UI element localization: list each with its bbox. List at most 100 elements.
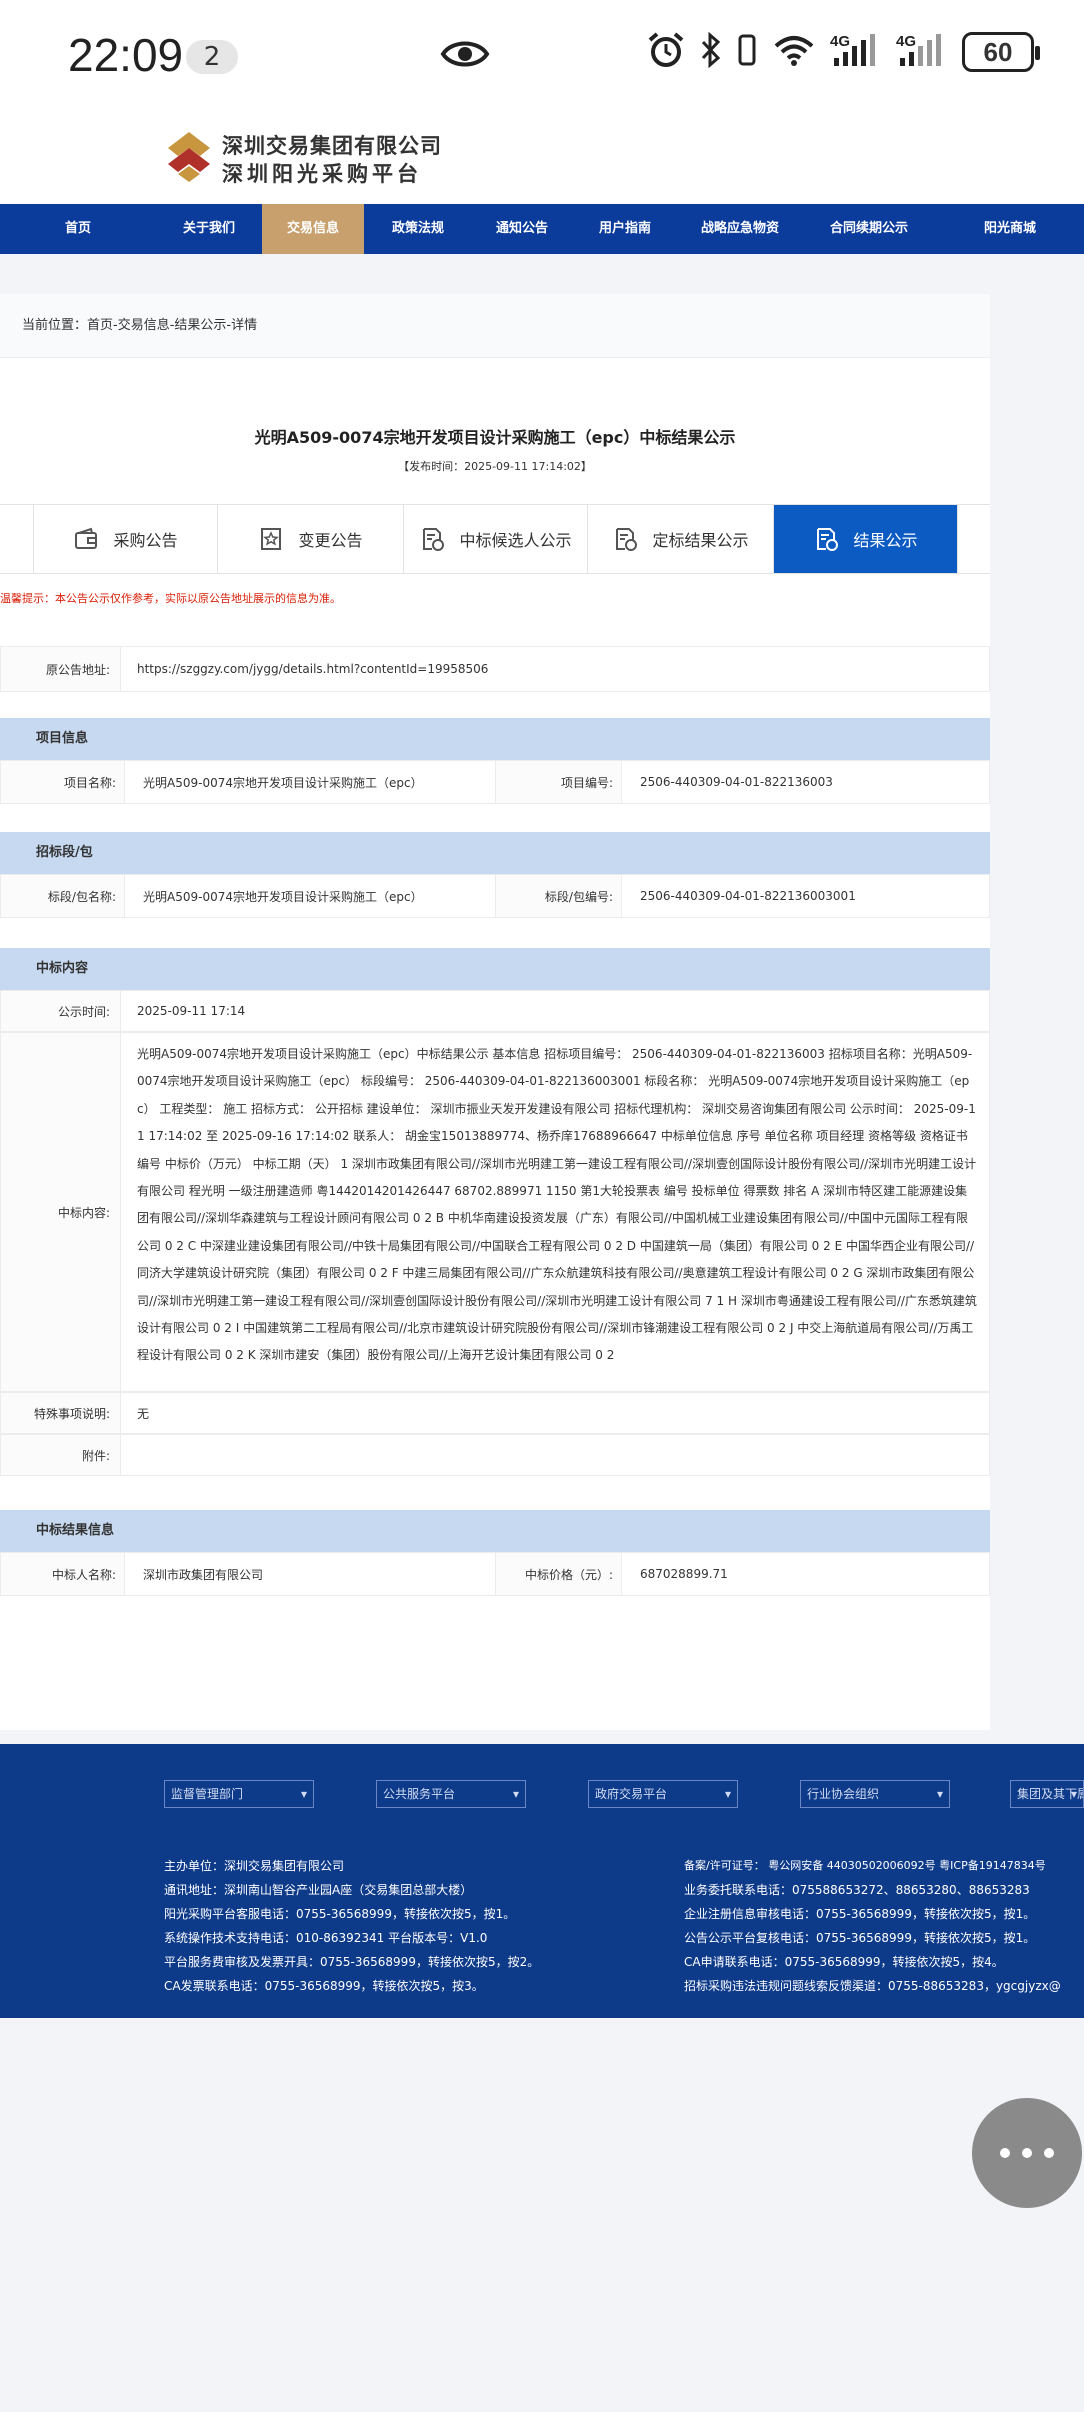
bid-package-row: 标段/包名称: 光明A509-0074宗地开发项目设计采购施工（epc） 标段/… xyxy=(0,874,990,918)
publish-time-label: 公示时间: xyxy=(1,991,121,1031)
footer-line: 业务委托联系电话：075588653272、88653280、88653283 xyxy=(684,1883,1030,1897)
original-url-link[interactable]: https://szggzy.com/jygg/details.html?con… xyxy=(121,647,989,691)
nav-item-mall[interactable]: 阳光商城 xyxy=(936,204,1084,254)
tab-award-decision[interactable]: 定标结果公示 xyxy=(588,505,774,573)
bluetooth-icon xyxy=(700,30,722,74)
nav-item-trade-info[interactable]: 交易信息 xyxy=(262,204,364,254)
section-award-result: 中标结果信息 xyxy=(0,1510,990,1552)
document-clock-icon xyxy=(423,528,445,551)
alarm-icon xyxy=(646,30,686,74)
special-notes-label: 特殊事项说明: xyxy=(1,1393,121,1433)
nav-item-about[interactable]: 关于我们 xyxy=(156,204,262,254)
page-title: 光明A509-0074宗地开发项目设计采购施工（epc）中标结果公示 xyxy=(254,428,736,447)
project-name-value: 光明A509-0074宗地开发项目设计采购施工（epc） xyxy=(125,761,496,803)
select-group[interactable]: 集团及其下属 xyxy=(1010,1780,1084,1808)
tab-change-notice[interactable]: 变更公告 xyxy=(218,505,404,573)
project-code-value: 2506-440309-04-01-822136003 xyxy=(640,775,833,789)
document-clock-icon xyxy=(616,528,638,551)
svg-text:4G: 4G xyxy=(830,33,850,50)
footer-line: 主办单位：深圳交易集团有限公司 xyxy=(164,1859,345,1873)
status-bar: 22:09 2 4G 4G 60 xyxy=(0,0,1084,112)
footer-left-info: 主办单位：深圳交易集团有限公司 通讯地址：深圳南山智谷产业园A座（交易集团总部大… xyxy=(164,1854,539,1998)
award-content-label: 中标内容: xyxy=(1,1033,121,1391)
footer-line: CA申请联系电话：0755-36568999，转接依次按5，按4。 xyxy=(684,1955,1004,1969)
warning-text: 温馨提示：本公告公示仅作参考，实际以原公告地址展示的信息为准。 xyxy=(0,592,341,605)
price-label: 中标价格（元）: xyxy=(496,1553,622,1595)
bid-name-label: 标段/包名称: xyxy=(1,875,125,917)
section-project-info: 项目信息 xyxy=(0,718,990,760)
award-content-text: 光明A509-0074宗地开发项目设计采购施工（epc）中标结果公示 基本信息 … xyxy=(137,1047,977,1363)
project-info-row: 项目名称: 光明A509-0074宗地开发项目设计采购施工（epc） 项目编号:… xyxy=(0,760,990,804)
section-bid-package: 招标段/包 xyxy=(0,832,990,874)
footer-line: 系统操作技术支持电话：010-86392341 平台版本号：V1.0 xyxy=(164,1931,488,1945)
eye-icon xyxy=(440,36,490,76)
publish-time: 【发布时间：2025-09-11 17:14:02】 xyxy=(398,460,592,473)
detail-card: 当前位置：首页-交易信息-结果公示-详情 光明A509-0074宗地开发项目设计… xyxy=(0,294,990,1730)
nav-item-home[interactable]: 首页 xyxy=(0,204,156,254)
company-name: 深圳交易集团有限公司 xyxy=(222,134,442,158)
site-header: 深圳交易集团有限公司 深圳阳光采购平台 xyxy=(0,112,1084,204)
original-url-label: 原公告地址: xyxy=(1,647,121,691)
footer-right-info: 备案/许可证号： 粤公网安备 44030502006092号 粤ICP备1914… xyxy=(684,1854,1084,1998)
winner-label: 中标人名称: xyxy=(1,1553,125,1595)
footer-line: 公告公示平台复核电话：0755-36568999，转接依次按5，按1。 xyxy=(684,1931,1036,1945)
site-footer: 监督管理部门 公共服务平台 政府交易平台 行业协会组织 集团及其下属 主办单位：… xyxy=(0,1744,1084,2018)
price-value: 687028899.71 xyxy=(640,1567,728,1581)
tab-result-notice[interactable]: 结果公示 xyxy=(774,505,958,573)
notification-count-badge: 2 xyxy=(186,40,238,74)
select-supervision-dept[interactable]: 监督管理部门 xyxy=(164,1780,314,1808)
tab-label: 中标候选人公示 xyxy=(459,531,572,550)
document-clock-icon xyxy=(817,528,839,551)
bid-name-value: 光明A509-0074宗地开发项目设计采购施工（epc） xyxy=(125,875,496,917)
bookmark-star-icon xyxy=(261,528,282,550)
tab-label: 定标结果公示 xyxy=(652,531,749,550)
award-content-row: 中标内容: 光明A509-0074宗地开发项目设计采购施工（epc）中标结果公示… xyxy=(0,1032,990,1392)
tab-purchase-notice[interactable]: 采购公告 xyxy=(34,505,218,573)
tab-candidate-notice[interactable]: 中标候选人公示 xyxy=(404,505,588,573)
footer-line: CA发票联系电话：0755-36568999，转接依次按5，按3。 xyxy=(164,1979,484,1993)
footer-line: 企业注册信息审核电话：0755-36568999，转接依次按5，按1。 xyxy=(684,1907,1036,1921)
select-public-service[interactable]: 公共服务平台 xyxy=(376,1780,526,1808)
footer-line: 备案/许可证号： 粤公网安备 44030502006092号 粤ICP备1914… xyxy=(684,1859,1046,1872)
notice-tabs: 采购公告 变更公告 中标候选人公示 定标结果公示 结果公示 xyxy=(0,504,990,574)
select-industry-assoc[interactable]: 行业协会组织 xyxy=(800,1780,950,1808)
attachment-label: 附件: xyxy=(1,1435,121,1475)
dot-icon xyxy=(1022,2148,1032,2158)
vibrate-icon xyxy=(736,30,758,74)
project-name-label: 项目名称: xyxy=(1,761,125,803)
award-result-row: 中标人名称: 深圳市政集团有限公司 中标价格（元）: 687028899.71 xyxy=(0,1552,990,1596)
footer-line: 通讯地址：深圳南山智谷产业园A座（交易集团总部大楼） xyxy=(164,1883,473,1897)
tab-label: 采购公告 xyxy=(113,531,178,550)
publish-time-row: 公示时间: 2025-09-11 17:14 xyxy=(0,990,990,1032)
signal-icon-2: 4G xyxy=(896,30,948,74)
publish-time-value: 2025-09-11 17:14 xyxy=(137,1004,246,1018)
bid-code-label: 标段/包编号: xyxy=(496,875,622,917)
footer-line: 招标采购违法违规问题线索反馈渠道：0755-88653283，ygcgjyzx@ xyxy=(684,1979,1061,1993)
nav-item-policy[interactable]: 政策法规 xyxy=(364,204,472,254)
nav-item-guide[interactable]: 用户指南 xyxy=(572,204,678,254)
dot-icon xyxy=(1044,2148,1054,2158)
nav-item-emergency-supplies[interactable]: 战略应急物资 xyxy=(678,204,802,254)
original-url-row: 原公告地址: https://szggzy.com/jygg/details.h… xyxy=(0,646,990,692)
project-code-label: 项目编号: xyxy=(496,761,622,803)
battery-indicator: 60 xyxy=(962,32,1040,72)
winner-value: 深圳市政集团有限公司 xyxy=(125,1553,496,1595)
section-award-content: 中标内容 xyxy=(0,948,990,990)
dot-icon xyxy=(1000,2148,1010,2158)
attachment-value[interactable] xyxy=(121,1435,989,1475)
attachment-row: 附件: xyxy=(0,1434,990,1476)
footer-line: 阳光采购平台客服电话：0755-36568999，转接依次按5，按1。 xyxy=(164,1907,516,1921)
platform-name: 深圳阳光采购平台 xyxy=(222,162,422,186)
nav-item-notice[interactable]: 通知公告 xyxy=(472,204,572,254)
status-time: 22:09 xyxy=(68,29,184,81)
tab-label: 结果公示 xyxy=(853,531,918,550)
special-notes-row: 特殊事项说明: 无 xyxy=(0,1392,990,1434)
breadcrumb: 当前位置：首页-交易信息-结果公示-详情 xyxy=(0,294,990,358)
select-gov-trade[interactable]: 政府交易平台 xyxy=(588,1780,738,1808)
wifi-icon xyxy=(772,30,816,74)
wallet-icon xyxy=(75,527,98,549)
tab-label: 变更公告 xyxy=(298,531,363,550)
company-logo-icon[interactable] xyxy=(164,130,214,184)
nav-item-contract-renewal[interactable]: 合同续期公示 xyxy=(802,204,936,254)
more-options-button[interactable] xyxy=(972,2098,1082,2208)
